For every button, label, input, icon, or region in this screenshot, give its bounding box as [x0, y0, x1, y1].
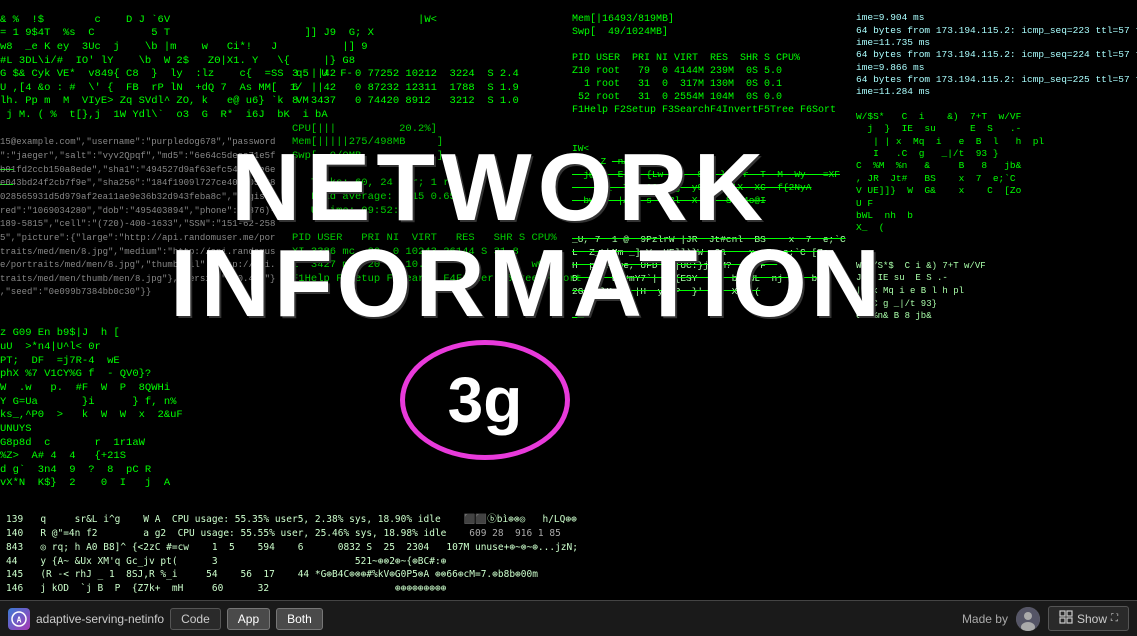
badge-text: 3g: [448, 363, 523, 437]
made-by-label: Made by: [962, 612, 1008, 626]
tab-code[interactable]: Code: [170, 608, 221, 630]
bottom-bar: A adaptive-serving-netinfo Code App Both…: [0, 600, 1137, 636]
app-icon: A: [8, 608, 30, 630]
stat-line-2: 140 R @"=4n f2 a g2 CPU usage: 55.55% us…: [6, 527, 1131, 541]
show-expand-icon: ⛶: [1111, 613, 1118, 624]
bottom-right-section: Made by Show ⛶: [962, 606, 1129, 631]
tab-both[interactable]: Both: [276, 608, 323, 630]
stat-line-1: 139 q sr&L i^g W A CPU usage: 55.35% use…: [6, 513, 1131, 527]
tab-app[interactable]: App: [227, 608, 270, 630]
stat-line-3: 843 ◎ rq; h A0 B8]^ {<2zC #=cw 1 5 594 6…: [6, 541, 1131, 555]
app-name-label: adaptive-serving-netinfo: [36, 612, 164, 626]
bottom-stats-panel: 139 q sr&L i^g W A CPU usage: 55.35% use…: [0, 509, 1137, 600]
expand-icon: [1059, 610, 1073, 624]
stat-line-6: 146 j kOD `j B P {Z7k+ mH 60 32 ⊕⊕⊕⊕⊕⊕⊕⊕…: [6, 582, 1131, 596]
show-label: Show: [1077, 612, 1107, 626]
stat-line-4: 44 y {A~ &Ux XM'q Gc_jv pt( 3 521~⊕⊗2⊕~{…: [6, 555, 1131, 569]
svg-text:A: A: [17, 615, 22, 624]
app-logo-icon: A: [11, 611, 27, 627]
avatar-icon: [1016, 607, 1040, 631]
bottom-left-section: A adaptive-serving-netinfo Code App Both: [8, 608, 323, 630]
badge-circle: 3g: [400, 340, 570, 460]
avatar: [1016, 607, 1040, 631]
show-icon: [1059, 610, 1073, 627]
show-button[interactable]: Show ⛶: [1048, 606, 1129, 631]
stat-line-5: 145 (R -< rhJ _ 1 8SJ,R %_i 54 56 17 44 …: [6, 568, 1131, 582]
